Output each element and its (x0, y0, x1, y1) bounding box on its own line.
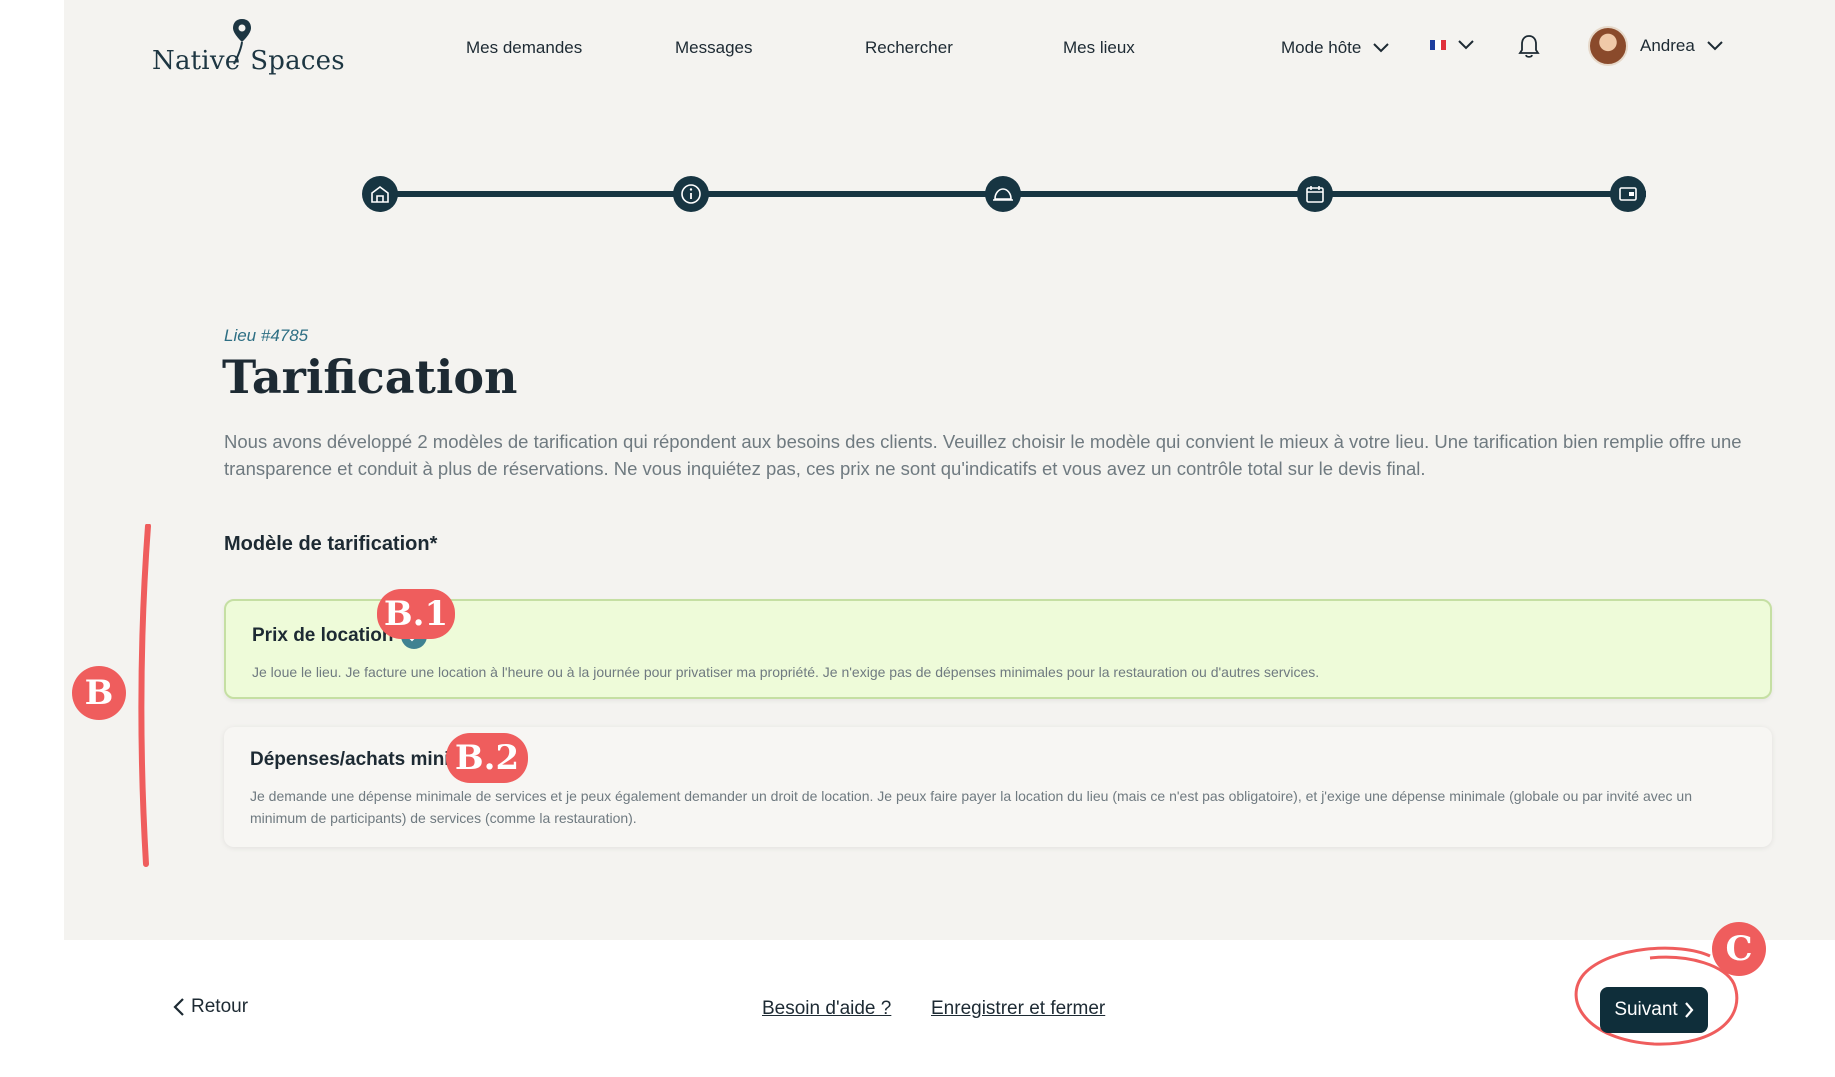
option-description: Je demande une dépense minimale de servi… (250, 788, 1692, 826)
progress-stepper (362, 176, 1646, 212)
native-spaces-logo[interactable]: Native Spaces (152, 18, 352, 78)
nav-mes-demandes[interactable]: Mes demandes (466, 38, 582, 58)
annotation-badge-c: C (1712, 922, 1766, 976)
app-shell: Native Spaces Mes demandes Messages Reche… (64, 0, 1835, 940)
option-description: Je loue le lieu. Je facture une location… (252, 664, 1320, 680)
step-pricing[interactable] (1610, 176, 1646, 212)
avatar (1588, 26, 1628, 66)
next-label: Suivant (1614, 999, 1678, 1020)
cloche-icon (993, 188, 1013, 201)
chevron-right-icon (1684, 1002, 1694, 1018)
nav-mes-lieux[interactable]: Mes lieux (1063, 38, 1135, 58)
lieu-id: Lieu #4785 (224, 326, 309, 345)
chevron-left-icon (173, 998, 184, 1016)
step-calendar[interactable] (1297, 176, 1333, 212)
pricing-model-label: Modèle de tarification* (224, 533, 438, 555)
back-button[interactable]: Retour (173, 996, 248, 1018)
page-intro: Nous avons développé 2 modèles de tarifi… (224, 431, 1742, 479)
page-title: Tarification (222, 350, 518, 404)
annotation-bracket-b (138, 524, 151, 867)
home-icon (371, 186, 389, 203)
step-info[interactable] (673, 176, 709, 212)
option-title-text: Prix de location (252, 625, 394, 646)
annotation-badge-b1: B.1 (377, 589, 455, 639)
mode-hote-dropdown[interactable]: Mode hôte (1281, 38, 1390, 58)
save-and-close-link[interactable]: Enregistrer et fermer (931, 998, 1105, 1020)
chevron-down-icon (1458, 40, 1474, 50)
step-services[interactable] (985, 176, 1021, 212)
step-home[interactable] (362, 176, 398, 212)
wallet-icon (1619, 187, 1637, 201)
map-pin-icon (233, 19, 251, 65)
language-dropdown[interactable] (1430, 40, 1474, 50)
calendar-icon (1306, 186, 1324, 203)
bell-icon[interactable] (1518, 34, 1540, 60)
user-name: Andrea (1640, 36, 1695, 55)
nav-messages[interactable]: Messages (675, 38, 752, 58)
chevron-down-icon (1373, 43, 1390, 53)
next-button[interactable]: Suivant (1600, 987, 1708, 1033)
user-menu[interactable]: Andrea (1588, 26, 1723, 66)
option-prix-de-location[interactable]: Prix de location Je loue le lieu. Je fac… (224, 599, 1772, 699)
nav-rechercher[interactable]: Rechercher (865, 38, 953, 58)
french-flag-icon (1430, 40, 1446, 50)
help-link[interactable]: Besoin d'aide ? (762, 998, 891, 1020)
chevron-down-icon (1707, 41, 1723, 51)
annotation-badge-b: B (72, 666, 126, 720)
mode-hote-label: Mode hôte (1281, 38, 1362, 57)
annotation-badge-b2: B.2 (446, 733, 528, 783)
info-icon (681, 184, 701, 204)
back-label: Retour (191, 996, 249, 1017)
